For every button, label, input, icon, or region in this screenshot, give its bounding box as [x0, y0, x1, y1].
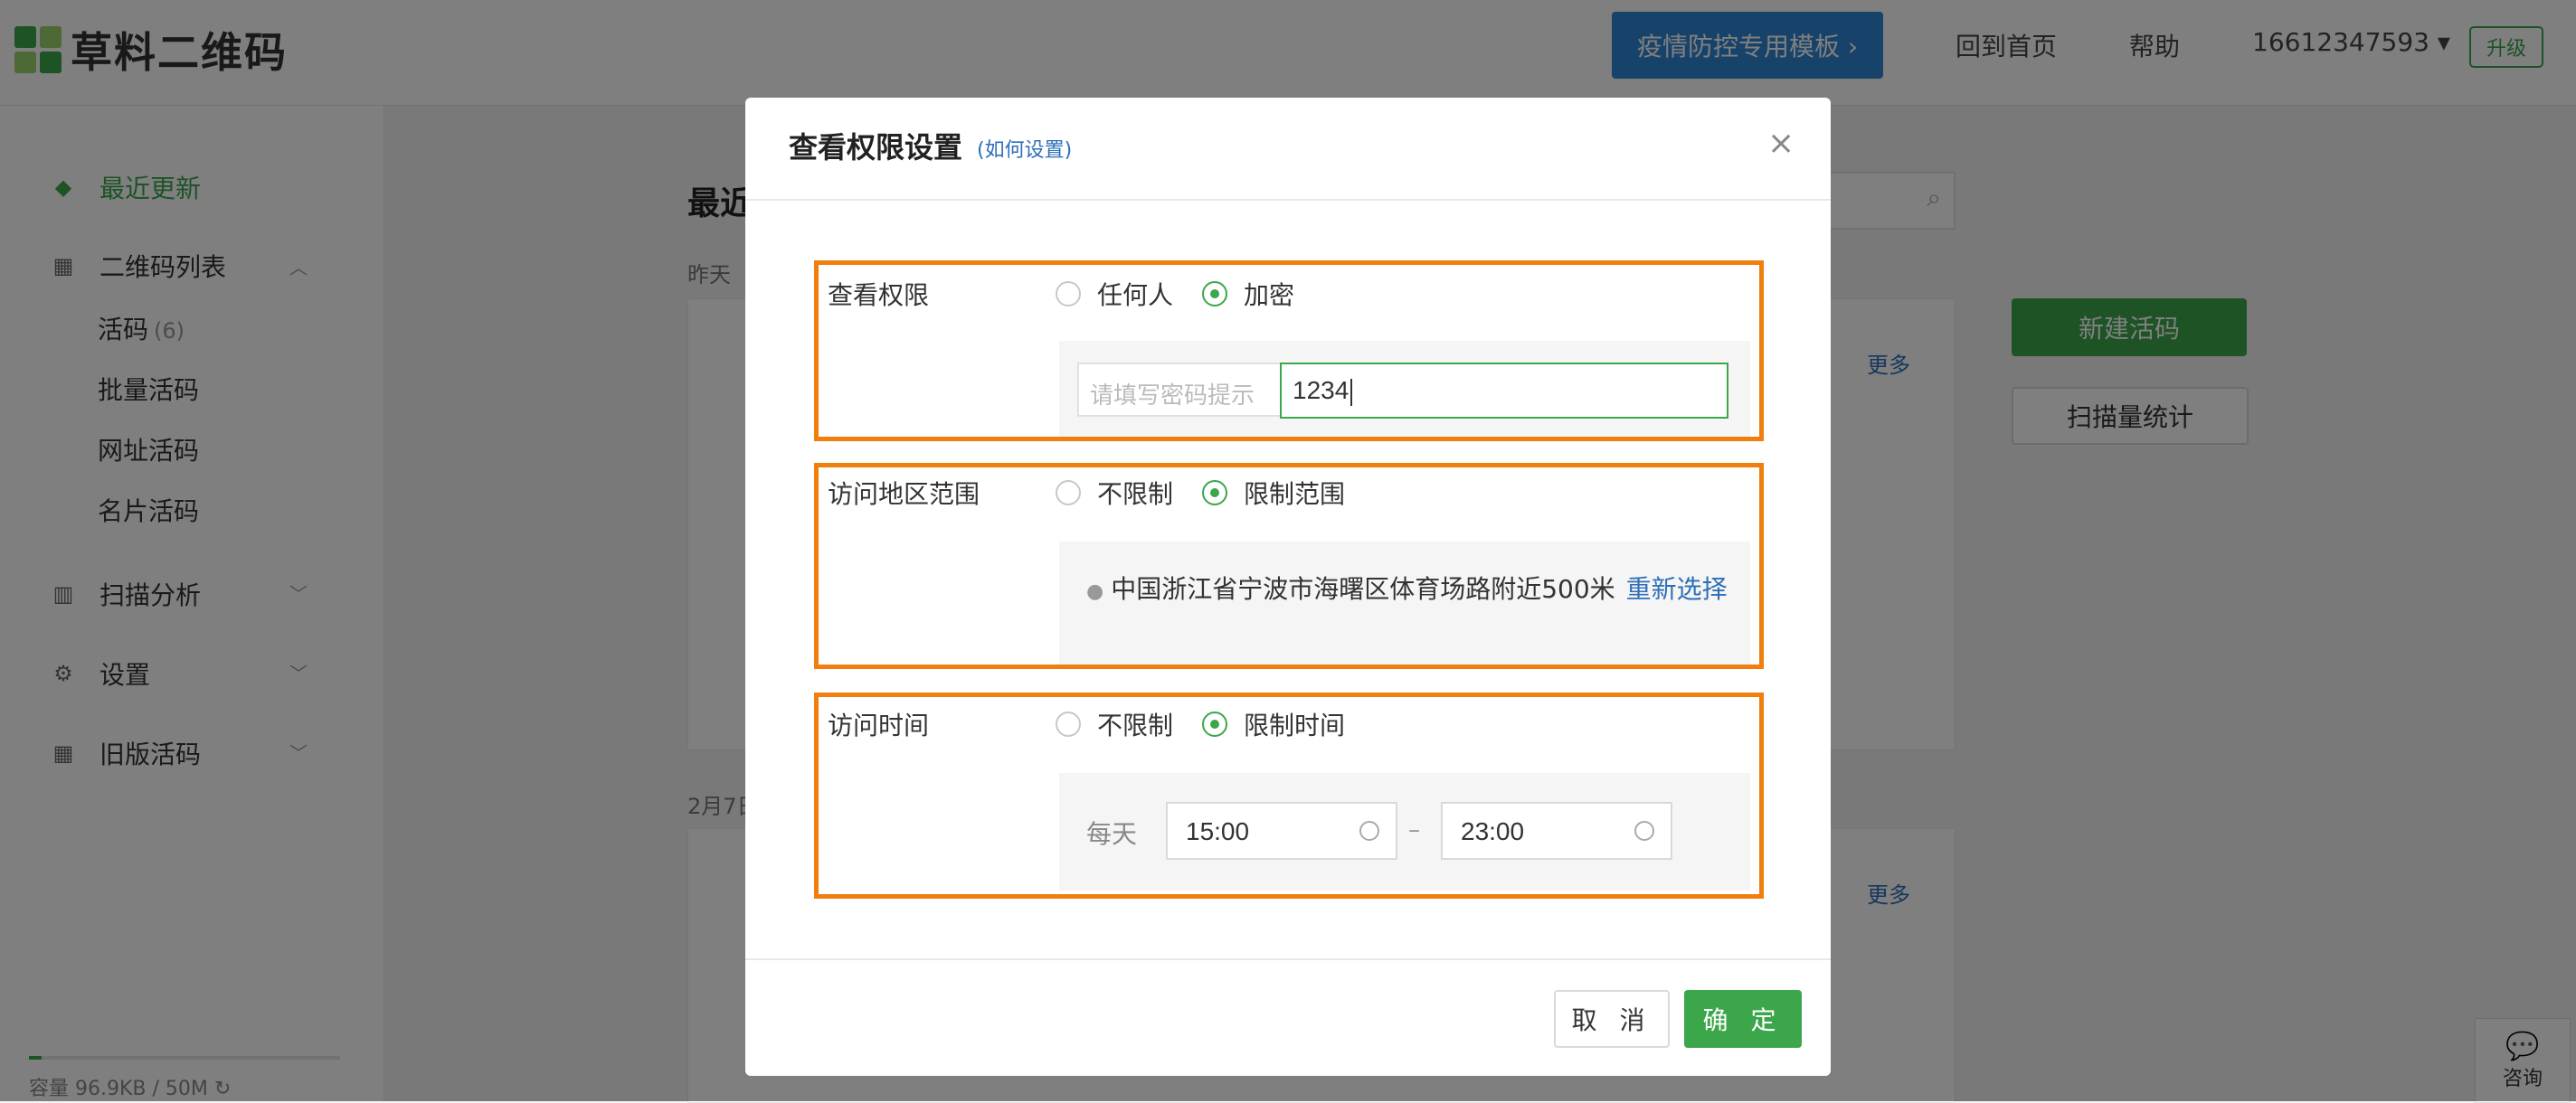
dialog-footer-divider	[745, 958, 1831, 960]
radio-circle	[1056, 712, 1081, 737]
password-input[interactable]: 1234	[1280, 363, 1728, 419]
clock-icon	[1634, 821, 1654, 841]
dialog-header: 查看权限设置 (如何设置) ×	[745, 98, 1831, 201]
radio-label: 不限制	[1097, 479, 1174, 509]
time-separator: –	[1408, 816, 1420, 844]
clock-icon	[1359, 821, 1379, 841]
radio-circle-checked	[1202, 712, 1227, 737]
dialog-title: 查看权限设置	[789, 130, 963, 165]
radio-region-limited[interactable]: 限制范围	[1202, 475, 1345, 511]
section-label: 查看权限	[828, 280, 930, 310]
location-value: 中国浙江省宁波市海曙区体育场路附近500米	[1111, 574, 1615, 604]
time-panel: 每天 15:00 – 23:00	[1059, 773, 1750, 891]
permission-settings-dialog: 查看权限设置 (如何设置) × 查看权限 任何人 加密 请填写密码提示 1234…	[745, 98, 1831, 1076]
daily-label: 每天	[1086, 819, 1138, 849]
radio-anyone[interactable]: 任何人	[1056, 276, 1173, 312]
radio-label: 任何人	[1097, 280, 1174, 310]
confirm-button[interactable]: 确 定	[1684, 990, 1802, 1048]
radio-time-limited[interactable]: 限制时间	[1202, 706, 1345, 742]
location-panel: ● 中国浙江省宁波市海曙区体育场路附近500米 重新选择	[1059, 542, 1750, 665]
cancel-button[interactable]: 取 消	[1554, 990, 1670, 1048]
section-label: 访问时间	[828, 711, 930, 740]
password-hint-field[interactable]: 请填写密码提示	[1077, 363, 1282, 417]
radio-time-unlimited[interactable]: 不限制	[1056, 706, 1173, 742]
start-time-value: 15:00	[1186, 817, 1250, 845]
end-time-picker[interactable]: 23:00	[1441, 802, 1672, 860]
password-panel: 请填写密码提示 1234	[1059, 341, 1750, 437]
close-icon[interactable]: ×	[1767, 125, 1795, 162]
location-pin-icon: ●	[1086, 580, 1104, 603]
radio-label: 限制时间	[1244, 711, 1346, 740]
radio-circle-checked	[1202, 480, 1227, 505]
access-time-section: 访问时间 不限制 限制时间 每天 15:00 – 23:00	[814, 693, 1764, 899]
start-time-picker[interactable]: 15:00	[1166, 802, 1397, 860]
location-text: ● 中国浙江省宁波市海曙区体育场路附近500米 重新选择	[1086, 570, 1728, 611]
end-time-value: 23:00	[1461, 817, 1525, 845]
radio-label: 限制范围	[1244, 479, 1346, 509]
radio-circle	[1056, 281, 1081, 306]
radio-circle-checked	[1202, 281, 1227, 306]
radio-label: 不限制	[1097, 711, 1174, 740]
radio-label: 加密	[1244, 280, 1295, 310]
access-region-section: 访问地区范围 不限制 限制范围 ● 中国浙江省宁波市海曙区体育场路附近500米 重新…	[814, 463, 1764, 669]
view-permission-section: 查看权限 任何人 加密 请填写密码提示 1234	[814, 260, 1764, 441]
section-label: 访问地区范围	[828, 479, 980, 509]
radio-encrypted[interactable]: 加密	[1202, 276, 1294, 312]
how-to-link[interactable]: (如何设置)	[977, 134, 1072, 163]
reselect-link[interactable]: 重新选择	[1626, 574, 1728, 604]
radio-region-unlimited[interactable]: 不限制	[1056, 475, 1173, 511]
radio-circle	[1056, 480, 1081, 505]
